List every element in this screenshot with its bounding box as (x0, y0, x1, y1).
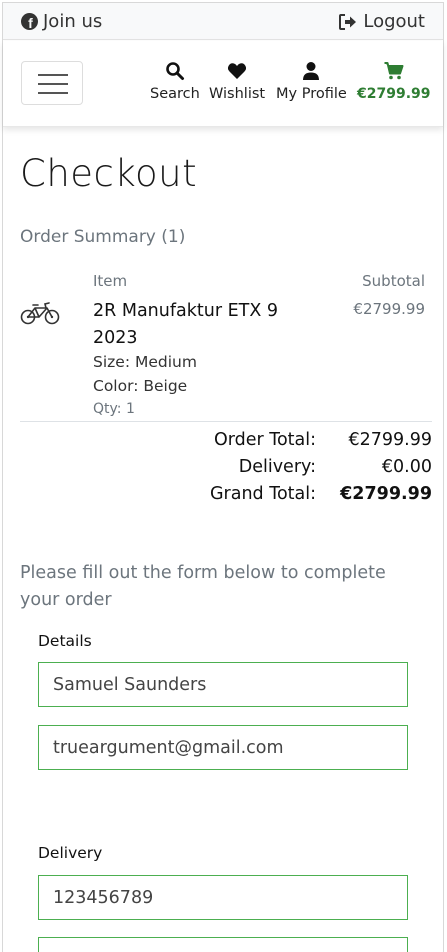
column-header-subtotal: Subtotal (362, 272, 425, 290)
delivery-label: Delivery: (238, 456, 316, 477)
delivery-row: Delivery: €0.00 (20, 453, 432, 480)
product-subtotal: €2799.99 (353, 300, 425, 318)
logout-label: Logout (363, 11, 425, 32)
phone-number-field[interactable]: 123456789 (38, 875, 408, 920)
nav-wishlist-label: Wishlist (209, 86, 266, 102)
order-total-value: €2799.99 (348, 429, 432, 450)
delivery-value: €0.00 (381, 456, 432, 477)
nav-search-label: Search (150, 86, 200, 102)
full-name-field[interactable]: Samuel Saunders (38, 662, 408, 707)
details-legend: Details (38, 632, 92, 650)
nav-my-profile-label: My Profile (276, 86, 347, 102)
join-us-label: Join us (43, 11, 103, 32)
bicycle-product-image[interactable] (20, 300, 60, 326)
product-name: 2R Manufaktur ETX 9 2023 (93, 301, 279, 348)
bag-total: €2799.99 (357, 86, 431, 102)
order-totals: Order Total: €2799.99 Delivery: €0.00 Gr… (20, 426, 432, 507)
hamburger-icon-bar (38, 83, 68, 85)
product-size: Size: Medium (93, 353, 197, 371)
top-bar: f Join us Logout (3, 3, 443, 40)
summary-divider (20, 421, 432, 422)
page-title: Checkout (20, 152, 198, 195)
logout-link[interactable]: Logout (339, 11, 425, 32)
shopping-cart-icon (384, 62, 404, 80)
join-us-link[interactable]: f Join us (21, 11, 102, 32)
email-field[interactable]: trueargument@gmail.com (38, 725, 408, 770)
country-field[interactable] (38, 937, 408, 952)
grand-total-label: Grand Total: (209, 483, 316, 504)
main-navbar: Search Wishlist My Profile €2799.99 (3, 41, 443, 127)
facebook-icon: f (21, 13, 38, 30)
nav-wishlist[interactable]: Wishlist (209, 61, 265, 102)
grand-total-row: Grand Total: €2799.99 (20, 480, 432, 507)
order-total-row: Order Total: €2799.99 (20, 426, 432, 453)
delivery-legend: Delivery (38, 844, 103, 862)
form-instructions: Please fill out the form below to comple… (20, 563, 386, 610)
user-icon (303, 62, 320, 80)
nav-shopping-bag[interactable]: €2799.99 (357, 61, 431, 102)
nav-search[interactable]: Search (150, 61, 200, 102)
order-summary-heading: Order Summary (1) (20, 227, 186, 247)
sign-out-icon (339, 13, 357, 30)
product-quantity: Qty: 1 (93, 401, 135, 417)
nav-my-profile[interactable]: My Profile (276, 61, 347, 102)
order-total-label: Order Total: (213, 429, 316, 450)
grand-total-value: €2799.99 (340, 483, 432, 504)
hamburger-icon-bar (38, 92, 68, 94)
hamburger-icon (38, 74, 68, 76)
menu-toggle-button[interactable] (21, 61, 83, 105)
heart-icon (227, 63, 247, 79)
search-icon (166, 62, 184, 80)
column-header-item: Item (93, 272, 128, 290)
product-color: Color: Beige (93, 377, 188, 395)
